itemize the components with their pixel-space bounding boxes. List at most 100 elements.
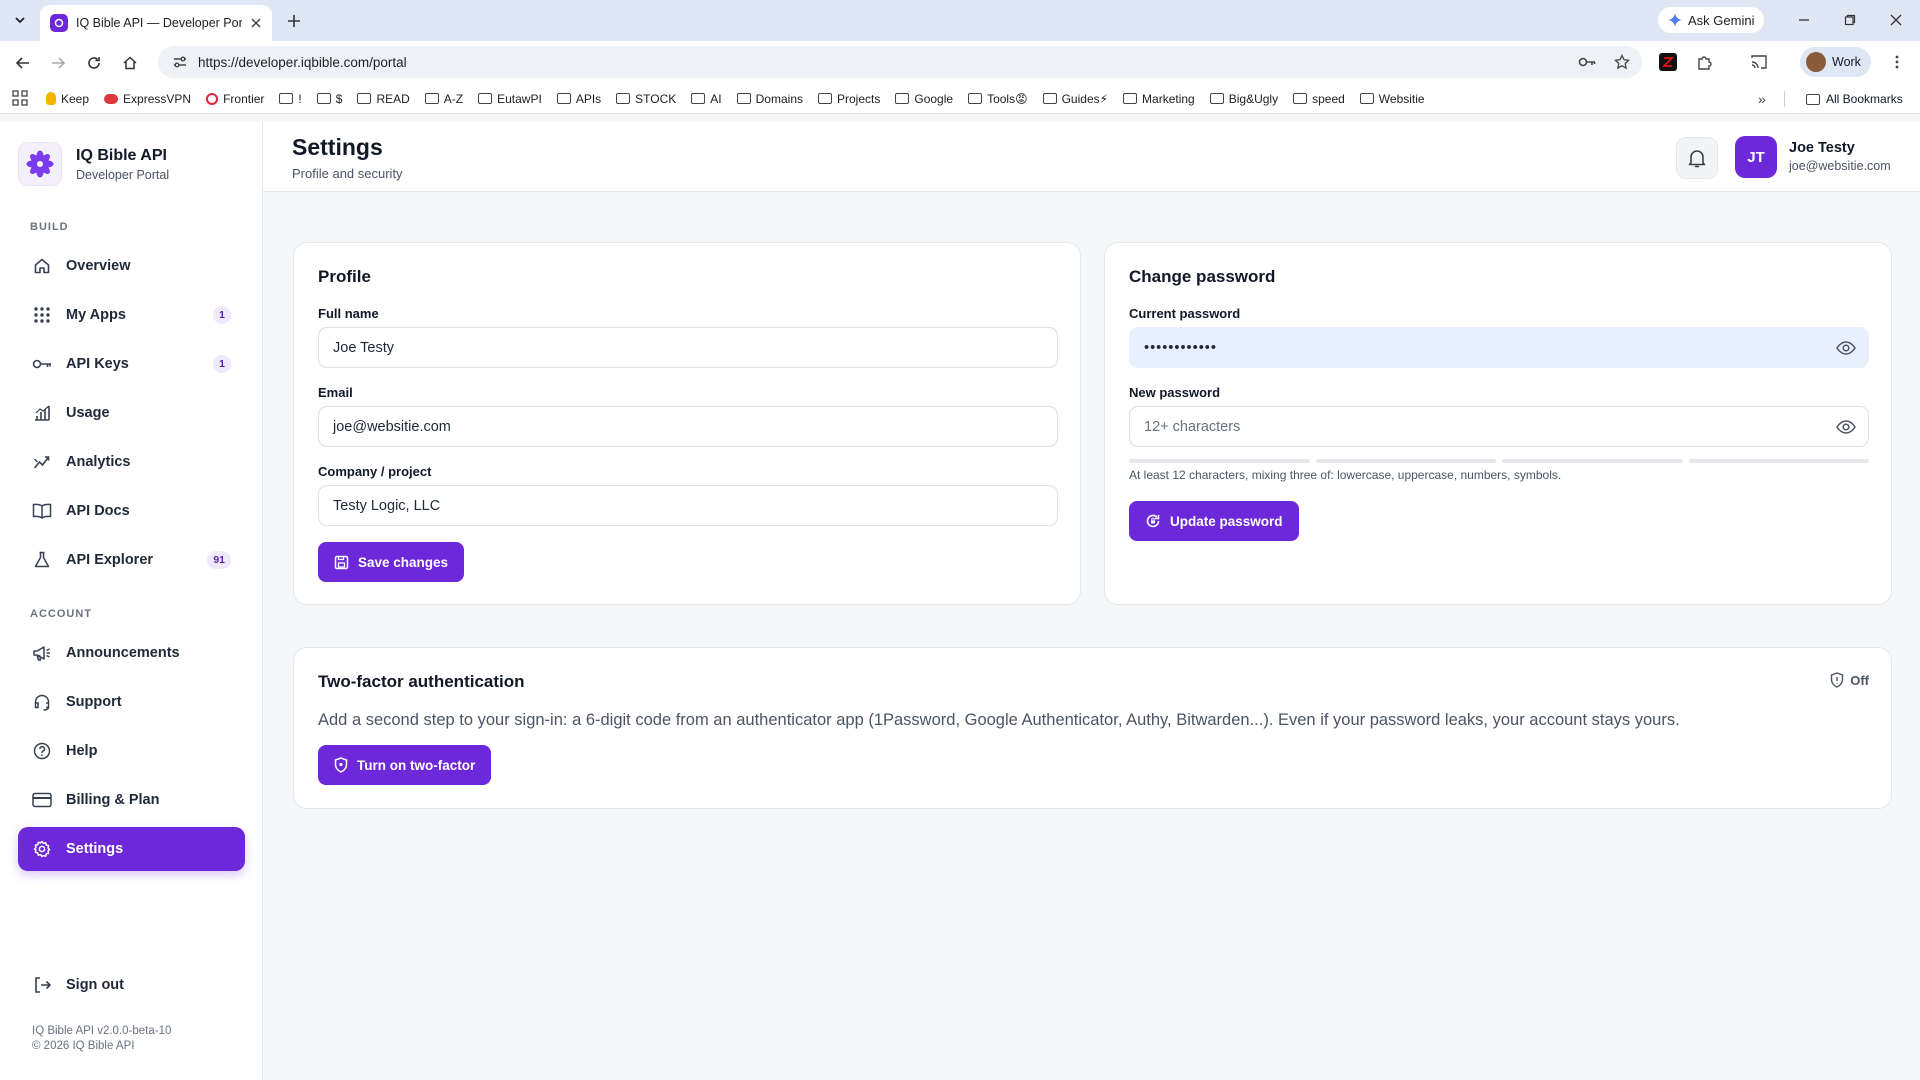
sidebar-item-label: Overview	[66, 258, 131, 274]
close-tab-icon[interactable]	[250, 17, 262, 29]
show-password-eye-icon[interactable]	[1836, 339, 1856, 357]
shield-icon	[1831, 672, 1844, 688]
two-factor-status-badge: Off	[1830, 672, 1869, 688]
email-field[interactable]: joe@websitie.com	[318, 406, 1058, 447]
home-browser-icon[interactable]	[118, 51, 142, 75]
bookmark-folder[interactable]: !	[279, 92, 302, 106]
bookmark-folder[interactable]: EutawPI	[478, 92, 542, 106]
sign-out-button[interactable]: Sign out	[18, 963, 245, 1007]
bookmark-folder[interactable]: $	[316, 92, 342, 106]
user-email: joe@websitie.com	[1789, 159, 1891, 173]
sidebar-item-api-keys[interactable]: API Keys 1	[18, 342, 245, 386]
password-key-icon[interactable]	[1578, 54, 1596, 70]
bookmark-folder[interactable]: Guides⚡	[1042, 92, 1108, 106]
page-title: Settings	[292, 134, 383, 160]
new-password-label: New password	[1129, 385, 1221, 400]
section-label-build: BUILD	[30, 221, 69, 233]
bookmark-star-icon[interactable]	[1614, 54, 1630, 70]
forward-icon[interactable]	[46, 51, 70, 75]
bookmark-expressvpn[interactable]: ExpressVPN	[104, 92, 191, 106]
url-text: https://developer.iqbible.com/portal	[198, 54, 407, 70]
bookmark-folder[interactable]: A-Z	[424, 92, 463, 106]
sidebar-item-settings[interactable]: Settings	[18, 827, 245, 871]
new-tab-icon[interactable]	[282, 9, 306, 33]
update-password-button[interactable]: Update password	[1129, 501, 1299, 541]
restore-icon[interactable]	[1840, 10, 1860, 30]
sidebar-item-api-docs[interactable]: API Docs	[18, 489, 245, 533]
sidebar-item-announcements[interactable]: Announcements	[18, 631, 245, 675]
sidebar-item-help[interactable]: Help	[18, 729, 245, 773]
user-avatar[interactable]: JT	[1735, 136, 1777, 178]
close-window-icon[interactable]	[1886, 10, 1906, 30]
bookmark-frontier[interactable]: Frontier	[206, 92, 264, 106]
extension-z-icon[interactable]	[1657, 51, 1679, 73]
credit-card-icon	[32, 790, 52, 810]
new-password-field[interactable]: 12+ characters	[1129, 406, 1869, 447]
sidebar-item-api-explorer[interactable]: API Explorer 91	[18, 538, 245, 582]
sidebar-item-analytics[interactable]: Analytics	[18, 440, 245, 484]
sidebar-item-label: Announcements	[66, 645, 180, 661]
full-name-field[interactable]: Joe Testy	[318, 327, 1058, 368]
notifications-button[interactable]	[1676, 137, 1718, 179]
ask-gemini-button[interactable]: Ask Gemini	[1658, 7, 1765, 33]
back-icon[interactable]	[11, 51, 35, 75]
change-password-card: Change password Current password •••••••…	[1104, 242, 1892, 605]
more-bookmarks-icon[interactable]: »	[1758, 91, 1766, 107]
two-factor-card: Two-factor authentication Off Add a seco…	[293, 647, 1892, 809]
apps-grid-icon[interactable]	[12, 89, 30, 108]
all-bookmarks-button[interactable]: All Bookmarks	[1806, 84, 1903, 114]
sidebar-item-label: API Keys	[66, 356, 129, 372]
omnibox[interactable]: https://developer.iqbible.com/portal	[158, 46, 1642, 78]
brand-name: IQ Bible API	[76, 146, 167, 164]
company-field[interactable]: Testy Logic, LLC	[318, 485, 1058, 526]
bookmark-folder[interactable]: Tools😡	[968, 92, 1028, 106]
site-settings-icon[interactable]	[172, 54, 188, 70]
email-label: Email	[318, 385, 353, 400]
sidebar-item-overview[interactable]: Overview	[18, 244, 245, 288]
profile-chip[interactable]: Work	[1800, 47, 1871, 77]
company-value: Testy Logic, LLC	[333, 497, 441, 514]
sign-out-icon	[32, 975, 52, 995]
bookmark-folder[interactable]: STOCK	[616, 92, 676, 106]
save-changes-button[interactable]: Save changes	[318, 542, 465, 582]
password-hint: At least 12 characters, mixing three of:…	[1129, 468, 1562, 482]
bookmark-folder[interactable]: Projects	[818, 92, 880, 106]
bookmark-folder[interactable]: AI	[691, 92, 722, 106]
sign-out-label: Sign out	[66, 977, 124, 993]
sidebar-item-label: Billing & Plan	[66, 792, 160, 808]
reload-icon[interactable]	[82, 51, 106, 75]
current-password-label: Current password	[1129, 306, 1241, 321]
bookmark-folder[interactable]: Websitie	[1359, 92, 1425, 106]
show-new-password-eye-icon[interactable]	[1836, 418, 1856, 436]
bookmark-folder[interactable]: speed	[1293, 92, 1345, 106]
full-name-value: Joe Testy	[333, 339, 394, 356]
turn-on-two-factor-button[interactable]: Turn on two-factor	[318, 745, 492, 785]
bookmark-folder[interactable]: READ	[357, 92, 410, 106]
sidebar-item-usage[interactable]: Usage	[18, 391, 245, 435]
cast-icon[interactable]	[1748, 51, 1770, 73]
bookmark-folder[interactable]: Big&Ugly	[1209, 92, 1278, 106]
tab-search-chevron-icon[interactable]	[8, 8, 32, 32]
folder-icon	[1042, 93, 1057, 104]
browser-tab[interactable]: IQ Bible API — Developer Porta	[40, 5, 272, 41]
current-password-value: ••••••••••••	[1144, 339, 1217, 356]
sidebar-item-billing[interactable]: Billing & Plan	[18, 778, 245, 822]
brand[interactable]: IQ Bible API Developer Portal	[18, 142, 169, 186]
two-factor-description: Add a second step to your sign-in: a 6-d…	[318, 711, 1680, 729]
bookmark-folder[interactable]: Marketing	[1123, 92, 1195, 106]
folder-icon	[279, 93, 294, 104]
book-icon	[32, 501, 52, 521]
bookmark-folder[interactable]: Domains	[736, 92, 803, 106]
extensions-puzzle-icon[interactable]	[1694, 51, 1716, 73]
count-badge: 91	[207, 551, 231, 569]
sidebar-item-support[interactable]: Support	[18, 680, 245, 724]
sidebar-item-my-apps[interactable]: My Apps 1	[18, 293, 245, 337]
browser-menu-icon[interactable]	[1886, 51, 1908, 73]
two-factor-status-text: Off	[1850, 672, 1869, 688]
bookmark-keep[interactable]: Keep	[46, 92, 89, 106]
bookmark-folder[interactable]: Google	[895, 92, 953, 106]
current-password-field[interactable]: ••••••••••••	[1129, 327, 1869, 368]
folder-icon	[1209, 93, 1224, 104]
bookmark-folder[interactable]: APIs	[556, 92, 601, 106]
minimize-icon[interactable]	[1794, 10, 1814, 30]
